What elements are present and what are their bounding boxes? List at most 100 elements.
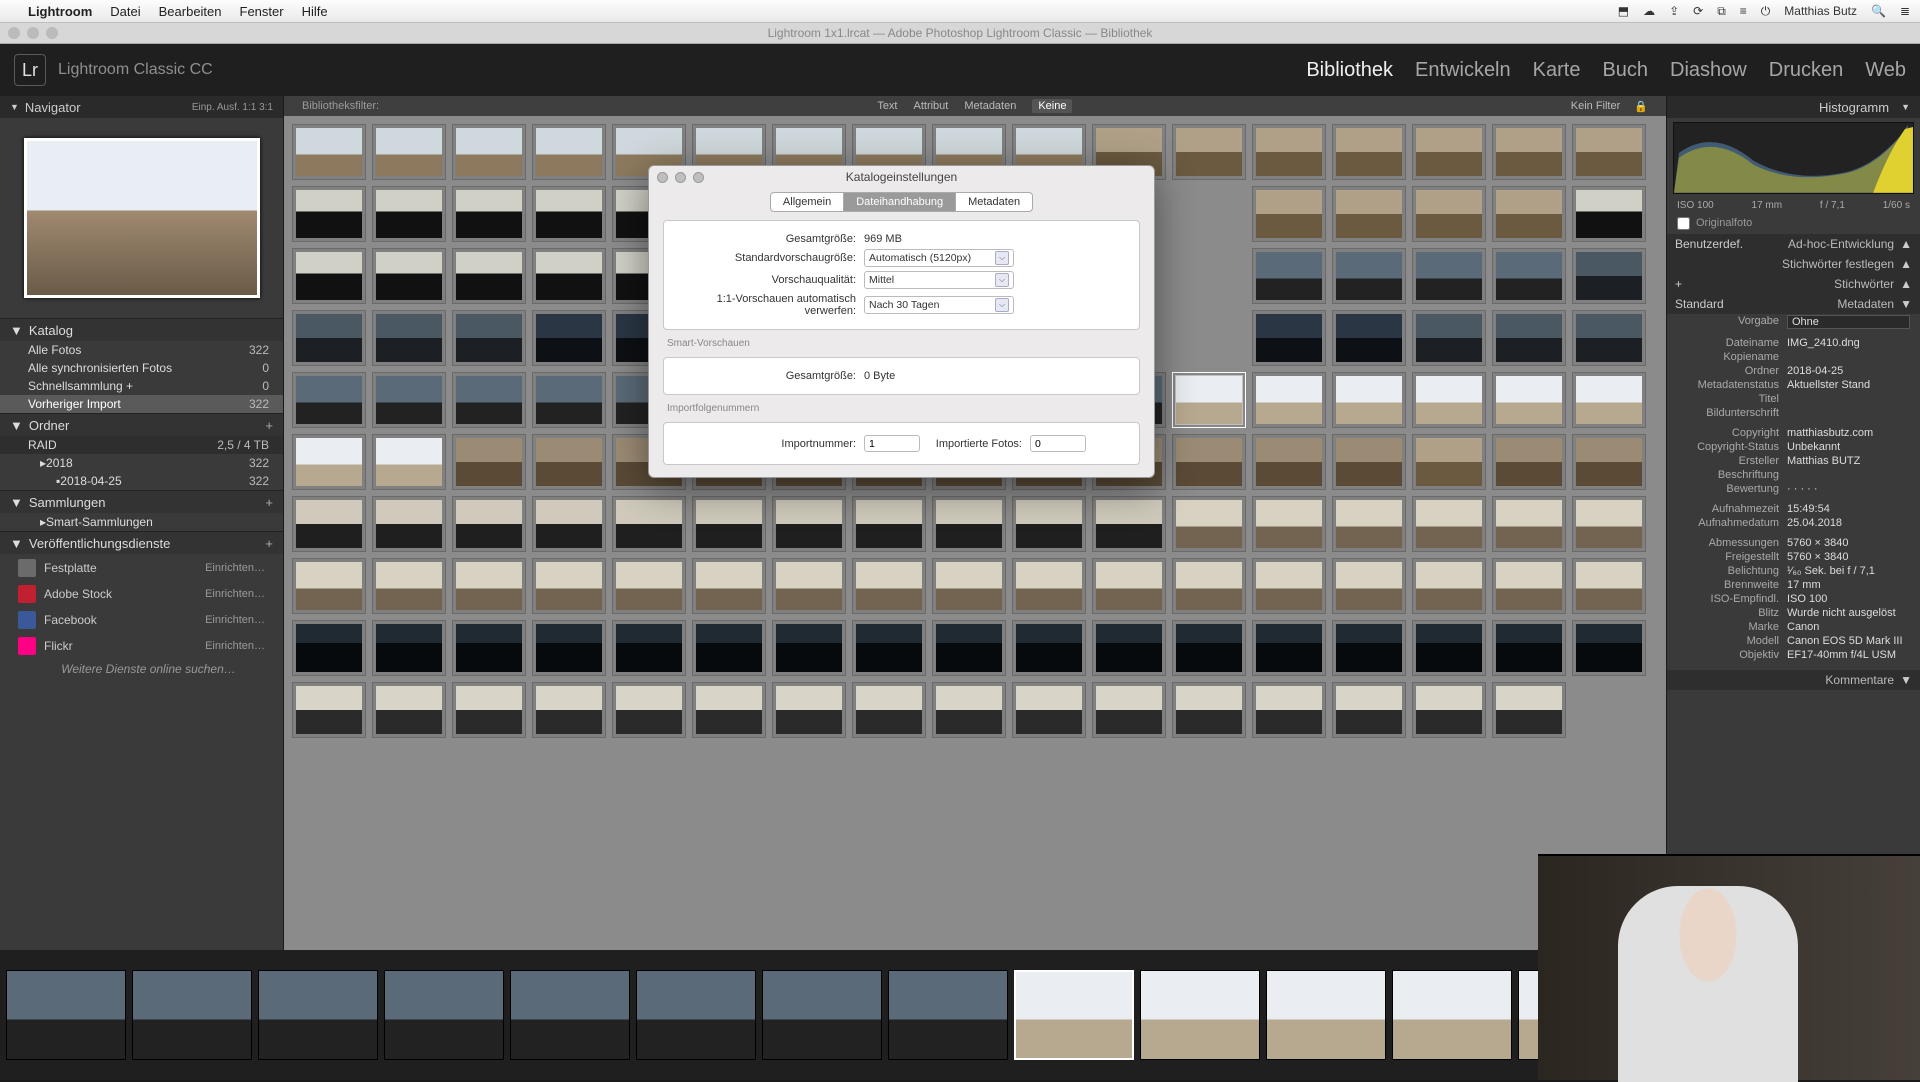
thumbnail[interactable] — [1332, 434, 1406, 490]
keywords-header[interactable]: +Stichwörter▲ — [1667, 274, 1920, 294]
menu-item[interactable]: Bearbeiten — [159, 4, 222, 19]
thumbnail[interactable] — [772, 620, 846, 676]
catalog-row[interactable]: Alle synchronisierten Fotos0 — [0, 359, 283, 377]
thumbnail[interactable] — [292, 682, 366, 738]
search-icon[interactable]: 🔍 — [1871, 4, 1886, 18]
menu-item[interactable]: Hilfe — [302, 4, 328, 19]
publish-service[interactable]: FacebookEinrichten… — [8, 608, 275, 632]
preset-select[interactable]: Ohne — [1787, 315, 1910, 329]
filmstrip-thumb[interactable] — [1266, 970, 1386, 1060]
preview-quality-select[interactable]: Mittel⌵ — [864, 271, 1014, 289]
thumbnail[interactable] — [452, 682, 526, 738]
thumbnail[interactable] — [1572, 558, 1646, 614]
thumbnail[interactable] — [932, 620, 1006, 676]
thumbnail[interactable] — [612, 682, 686, 738]
thumbnail[interactable] — [1252, 682, 1326, 738]
navigator-preview[interactable] — [0, 118, 283, 318]
add-icon[interactable]: + — [265, 418, 273, 433]
thumbnail[interactable] — [1572, 310, 1646, 366]
plus-icon[interactable]: + — [1675, 277, 1682, 291]
meta-v[interactable] — [1787, 351, 1910, 363]
thumbnail[interactable] — [372, 124, 446, 180]
thumbnail[interactable] — [1492, 124, 1566, 180]
thumbnail[interactable] — [612, 620, 686, 676]
catalog-header[interactable]: ▼ Katalog — [0, 319, 283, 341]
setup-link[interactable]: Einrichten… — [205, 640, 265, 652]
thumbnail[interactable] — [452, 434, 526, 490]
thumbnail[interactable] — [292, 434, 366, 490]
thumbnail[interactable] — [452, 248, 526, 304]
thumbnail[interactable] — [292, 124, 366, 180]
thumbnail[interactable] — [932, 558, 1006, 614]
thumbnail[interactable] — [852, 496, 926, 552]
thumbnail[interactable] — [772, 558, 846, 614]
histogram[interactable] — [1673, 122, 1914, 194]
adhoc-header[interactable]: Benutzerdef.Ad-hoc-Entwicklung▲ — [1667, 234, 1920, 254]
thumbnail[interactable] — [1492, 248, 1566, 304]
thumbnail[interactable] — [532, 310, 606, 366]
thumbnail[interactable] — [452, 620, 526, 676]
filmstrip-thumb[interactable] — [132, 970, 252, 1060]
thumbnail[interactable] — [1332, 620, 1406, 676]
thumbnail[interactable] — [1172, 496, 1246, 552]
thumbnail[interactable] — [452, 310, 526, 366]
thumbnail[interactable] — [372, 620, 446, 676]
thumbnail[interactable] — [1252, 558, 1326, 614]
thumbnail[interactable] — [292, 248, 366, 304]
publish-service[interactable]: Adobe StockEinrichten… — [8, 582, 275, 606]
dialog-titlebar[interactable]: Katalogeinstellungen — [649, 166, 1154, 188]
thumbnail[interactable] — [1492, 372, 1566, 428]
thumbnail[interactable] — [292, 310, 366, 366]
filmstrip-thumb[interactable] — [1140, 970, 1260, 1060]
meta-v[interactable]: Matthias BUTZ — [1787, 455, 1910, 467]
collections-header[interactable]: ▼ Sammlungen + — [0, 491, 283, 513]
keywords-set-header[interactable]: Stichwörter festlegen▲ — [1667, 254, 1920, 274]
thumbnail[interactable] — [452, 372, 526, 428]
lock-icon[interactable]: 🔒 — [1634, 100, 1648, 113]
std-label[interactable]: Standard — [1675, 297, 1724, 311]
thumbnail[interactable] — [1172, 434, 1246, 490]
add-icon[interactable]: + — [265, 536, 273, 551]
meta-v[interactable]: 2018-04-25 — [1787, 365, 1910, 377]
thumbnail[interactable] — [1252, 496, 1326, 552]
meta-v[interactable]: Unbekannt — [1787, 441, 1910, 453]
status-icon[interactable]: ⬒ — [1618, 4, 1629, 18]
import-number-input[interactable] — [864, 435, 920, 452]
thumbnail[interactable] — [532, 124, 606, 180]
thumbnail[interactable] — [772, 682, 846, 738]
filmstrip-thumb[interactable] — [762, 970, 882, 1060]
thumbnail[interactable] — [292, 372, 366, 428]
thumbnail[interactable] — [1572, 124, 1646, 180]
filmstrip-thumb[interactable] — [258, 970, 378, 1060]
publish-service[interactable]: FestplatteEinrichten… — [8, 556, 275, 580]
thumbnail[interactable] — [532, 558, 606, 614]
thumbnail[interactable] — [452, 496, 526, 552]
thumbnail[interactable] — [1332, 372, 1406, 428]
meta-v[interactable] — [1787, 407, 1910, 419]
thumbnail[interactable] — [1012, 496, 1086, 552]
filmstrip-thumb[interactable] — [636, 970, 756, 1060]
thumbnail[interactable] — [1412, 682, 1486, 738]
thumbnail[interactable] — [1492, 496, 1566, 552]
status-icon[interactable]: ⏻ — [1761, 4, 1771, 19]
histogram-header[interactable]: Histogramm ▼ — [1667, 96, 1920, 118]
filmstrip-thumb[interactable] — [1014, 970, 1134, 1060]
filmstrip-thumb[interactable] — [888, 970, 1008, 1060]
thumbnail[interactable] — [1252, 372, 1326, 428]
thumbnail[interactable] — [1492, 620, 1566, 676]
module-web[interactable]: Web — [1865, 59, 1906, 82]
thumbnail[interactable] — [452, 558, 526, 614]
thumbnail[interactable] — [372, 558, 446, 614]
thumbnail[interactable] — [1332, 186, 1406, 242]
catalog-row[interactable]: Vorheriger Import322 — [0, 395, 283, 413]
navigator-header[interactable]: ▼ Navigator Einp. Ausf. 1:1 3:1 — [0, 96, 283, 118]
thumbnail[interactable] — [1492, 434, 1566, 490]
thumbnail[interactable] — [1172, 372, 1246, 428]
thumbnail[interactable] — [932, 496, 1006, 552]
thumbnail[interactable] — [1412, 310, 1486, 366]
thumbnail[interactable] — [1412, 372, 1486, 428]
thumbnail[interactable] — [372, 496, 446, 552]
thumbnail[interactable] — [1252, 620, 1326, 676]
thumbnail[interactable] — [372, 372, 446, 428]
setup-link[interactable]: Einrichten… — [205, 562, 265, 574]
